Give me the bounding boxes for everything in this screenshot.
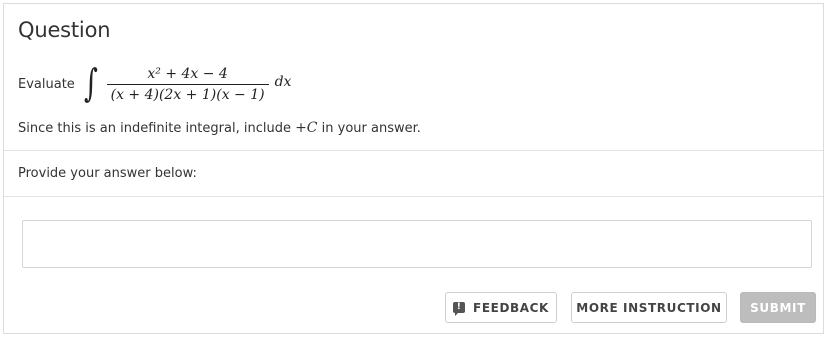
submit-button[interactable]: SUBMIT — [740, 292, 816, 323]
answer-input[interactable] — [22, 220, 812, 268]
note-text-after: in your answer. — [317, 121, 421, 136]
submit-label: SUBMIT — [750, 300, 806, 315]
instruction-note: Since this is an indefinite integral, in… — [18, 120, 421, 136]
differential: dx — [274, 74, 292, 90]
question-card: Question Evaluate ∫ x² + 4x − 4 (x + 4)(… — [3, 3, 824, 334]
more-instruction-label: MORE INSTRUCTION — [576, 300, 722, 315]
feedback-button[interactable]: ! FEEDBACK — [445, 292, 557, 323]
note-constant: +C — [295, 120, 318, 136]
feedback-label: FEEDBACK — [473, 300, 549, 315]
integral-expression: Evaluate ∫ x² + 4x − 4 (x + 4)(2x + 1)(x… — [18, 58, 291, 110]
question-title: Question — [18, 18, 111, 42]
more-instruction-button[interactable]: MORE INSTRUCTION — [571, 292, 727, 323]
evaluate-label: Evaluate — [18, 76, 75, 92]
fraction-denominator: (x + 4)(2x + 1)(x − 1) — [110, 86, 265, 103]
fraction-numerator: x² + 4x − 4 — [147, 65, 228, 82]
integral-symbol: ∫ — [83, 61, 98, 105]
section-divider — [4, 196, 823, 197]
feedback-icon: ! — [453, 302, 466, 316]
integrand-fraction: x² + 4x − 4 (x + 4)(2x + 1)(x − 1) — [106, 65, 269, 103]
section-divider — [4, 150, 823, 151]
note-text-before: Since this is an indefinite integral, in… — [18, 121, 296, 136]
answer-prompt: Provide your answer below: — [18, 166, 197, 181]
